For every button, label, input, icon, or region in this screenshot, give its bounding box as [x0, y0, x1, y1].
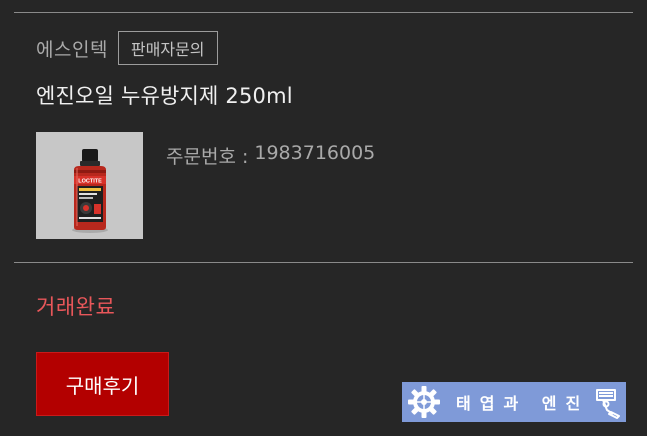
engine-piston-icon [596, 389, 621, 419]
seller-name[interactable]: 에스인텍 [36, 35, 108, 62]
product-bottle-image: LOCTITE [36, 132, 143, 239]
seller-row: 에스인텍 판매자문의 [36, 30, 218, 66]
thumbnail-brand-text: LOCTITE [78, 179, 102, 185]
order-status: 거래완료 [36, 295, 116, 319]
middle-divider [14, 262, 633, 263]
order-number-value: 1983716005 [254, 142, 376, 164]
watermark-text: 태엽과 엔진 [456, 394, 590, 413]
order-card: 에스인텍 판매자문의 엔진오일 누유방지제 250ml LOCTITE 주문번호… [0, 0, 647, 436]
seller-inquiry-button[interactable]: 판매자문의 [117, 31, 218, 65]
product-title[interactable]: 엔진오일 누유방지제 250ml [36, 80, 293, 110]
watermark-banner: 태엽과 엔진 [402, 382, 626, 422]
write-review-button[interactable]: 구매후기 [36, 352, 169, 416]
gear-icon [408, 386, 440, 418]
product-thumbnail[interactable]: LOCTITE [36, 132, 143, 239]
order-number-label: 주문번호 : [166, 146, 249, 168]
order-number: 주문번호 : 1983716005 [166, 142, 375, 169]
top-divider [14, 12, 633, 13]
